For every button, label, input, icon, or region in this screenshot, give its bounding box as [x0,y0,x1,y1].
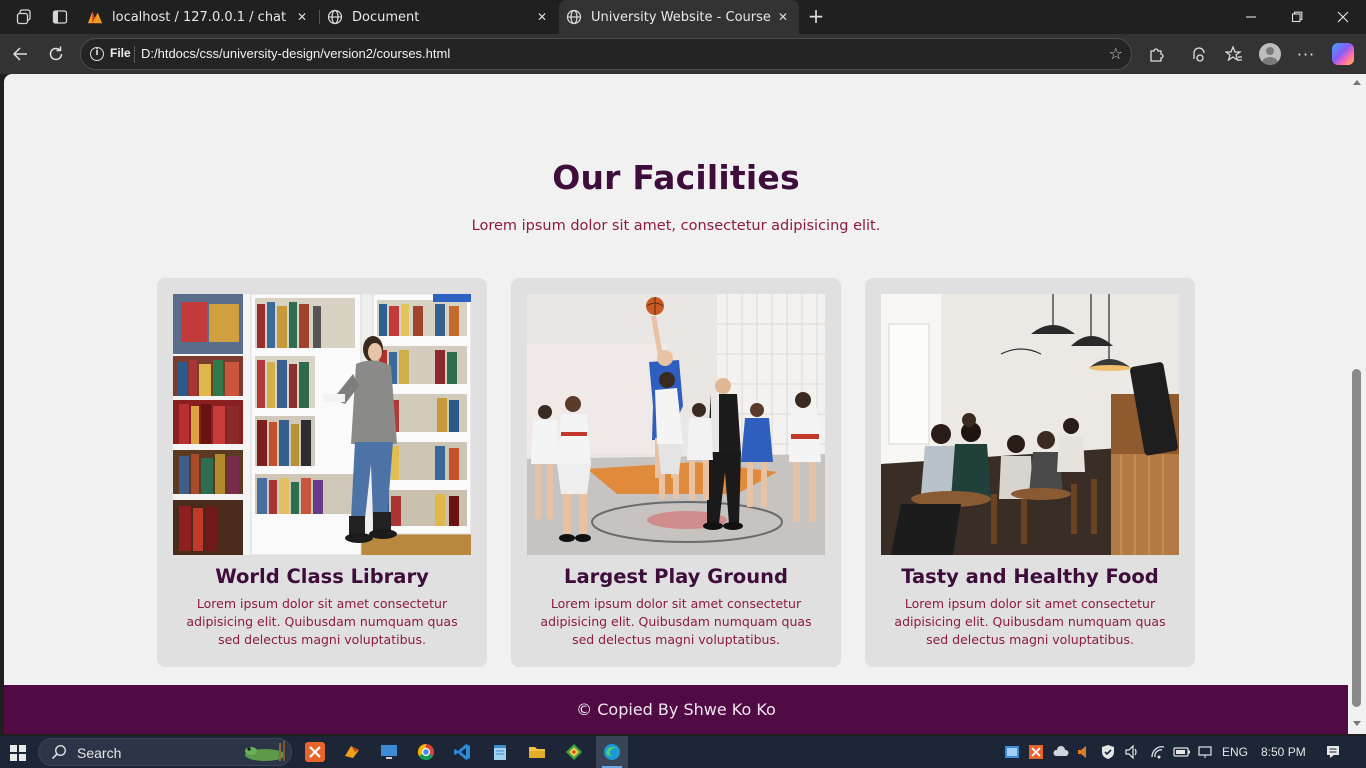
facility-description: Lorem ipsum dolor sit amet consectetur a… [540,596,812,647]
tray-onedrive-icon[interactable] [1052,744,1070,760]
profile-avatar[interactable] [1259,43,1281,65]
favorite-star-icon[interactable]: ☆ [1109,44,1123,63]
search-label: Search [77,745,122,761]
tab-document[interactable]: Document ✕ [320,0,558,34]
new-tab-icon[interactable]: + [806,6,826,26]
footer-text: © Copied By Shwe Ko Ko [576,700,776,719]
tab-title: Document [352,9,420,25]
scroll-up-icon[interactable] [1353,80,1361,85]
xampp-taskbar-icon[interactable] [305,742,325,762]
file-explorer-taskbar-icon[interactable] [527,742,547,762]
facility-title: Largest Play Ground [564,565,788,588]
search-highlight-icon [245,741,285,761]
globe-icon [327,9,343,25]
tab-phpmyadmin[interactable]: localhost / 127.0.0.1 / chat | phpMy ✕ [80,0,318,34]
facility-card-food: Tasty and Healthy Food Lorem ipsum dolor… [865,278,1195,667]
close-tab-icon[interactable]: ✕ [775,9,791,25]
url-text[interactable]: D:/htdocs/css/university-design/version2… [141,46,450,61]
close-tab-icon[interactable]: ✕ [534,9,550,25]
chrome-taskbar-icon[interactable] [416,742,436,762]
facility-description: Lorem ipsum dolor sit amet consectetur a… [186,596,458,647]
search-icon [51,744,67,764]
scrollbar-thumb[interactable] [1352,369,1361,707]
page-title: Our Facilities [552,158,800,197]
sourcetree-taskbar-icon[interactable] [564,742,584,762]
back-icon[interactable] [7,42,33,66]
facility-card-playground: Largest Play Ground Lorem ipsum dolor si… [511,278,841,667]
close-window-icon[interactable] [1320,0,1366,34]
tab-university-website[interactable]: University Website - Courses & Fe ✕ [559,0,799,34]
filezilla-taskbar-icon[interactable] [342,742,362,762]
language-indicator[interactable]: ENG [1222,745,1248,761]
windows-start-icon[interactable] [10,745,26,761]
minimize-icon[interactable] [1228,0,1274,34]
page-footer: © Copied By Shwe Ko Ko [4,685,1348,734]
page-subtitle: Lorem ipsum dolor sit amet, consectetur … [471,218,881,234]
vscode-taskbar-icon[interactable] [452,742,472,762]
scroll-down-icon[interactable] [1353,721,1361,726]
taskbar-search[interactable]: Search [38,738,292,766]
browser-toolbar: i File D:/htdocs/css/university-design/v… [0,34,1366,74]
cafe-photo [881,294,1179,555]
tab-title: localhost / 127.0.0.1 / chat | phpMy [112,9,288,25]
vertical-tabs-icon[interactable] [48,6,72,28]
tab-title: University Website - Courses & Fe [591,9,771,25]
tray-audio-warning-icon[interactable] [1076,744,1092,760]
page-scrollbar[interactable] [1348,74,1366,734]
scheme-label: File [110,46,131,60]
tray-xampp-icon[interactable] [1028,744,1044,760]
tray-display-icon[interactable] [1197,744,1213,760]
facility-description: Lorem ipsum dolor sit amet consectetur a… [894,596,1166,647]
restore-icon[interactable] [1274,0,1320,34]
phpmyadmin-icon [87,9,103,25]
workspaces-icon[interactable] [12,6,36,28]
close-tab-icon[interactable]: ✕ [294,9,310,25]
basketball-photo [527,294,825,555]
copilot-icon[interactable] [1332,43,1354,65]
library-photo [173,294,471,555]
remote-desktop-taskbar-icon[interactable] [379,742,399,762]
address-divider [134,46,135,63]
more-menu-icon[interactable]: ··· [1294,43,1318,65]
tray-wifi-icon[interactable] [1150,744,1166,760]
tray-battery-icon[interactable] [1173,744,1191,760]
clock[interactable]: 8:50 PM [1261,745,1306,761]
read-aloud-icon[interactable] [1187,43,1211,65]
notifications-icon[interactable] [1325,744,1341,760]
tray-volume-icon[interactable] [1124,744,1140,760]
globe-icon [566,9,582,25]
facility-card-library: World Class Library Lorem ipsum dolor si… [157,278,487,667]
extensions-icon[interactable] [1145,43,1169,65]
site-info-icon[interactable]: i [90,47,104,61]
address-bar[interactable]: i File D:/htdocs/css/university-design/v… [80,38,1132,70]
favorites-icon[interactable] [1222,43,1246,65]
refresh-icon[interactable] [43,42,69,66]
tab-strip: localhost / 127.0.0.1 / chat | phpMy ✕ D… [0,0,1366,34]
tray-xampp-control-icon[interactable] [1004,744,1020,760]
facility-title: Tasty and Healthy Food [901,565,1159,588]
windows-taskbar: Search ENG 8:50 PM [0,736,1366,768]
notepad-taskbar-icon[interactable] [490,742,510,762]
edge-taskbar-icon[interactable] [596,736,628,768]
page-viewport: Our Facilities Lorem ipsum dolor sit ame… [4,74,1348,734]
tray-security-icon[interactable] [1100,744,1116,760]
facility-title: World Class Library [215,565,429,588]
